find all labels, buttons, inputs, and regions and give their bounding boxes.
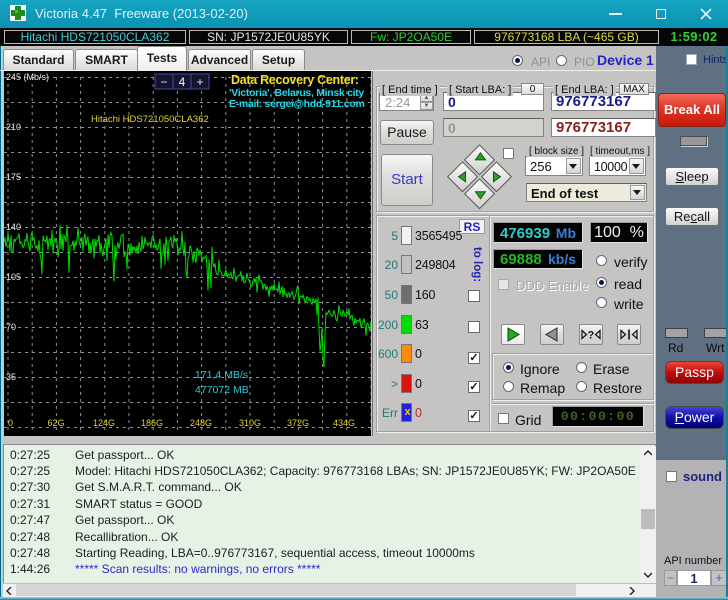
svg-text:372G: 372G [287,418,309,428]
svg-text:+: + [196,75,203,89]
svg-text:70: 70 [6,322,16,332]
svg-text:140: 140 [6,222,21,232]
svg-text:?: ? [588,330,595,342]
svg-text:4: 4 [179,75,186,89]
svg-text:186G: 186G [141,418,163,428]
svg-text:171,4 MB/s: 171,4 MB/s [195,369,248,381]
svg-text:Hitachi HDS721050CLA362: Hitachi HDS721050CLA362 [91,114,209,125]
svg-text:0: 0 [8,418,13,428]
svg-text:175: 175 [6,172,21,182]
svg-text:248G: 248G [190,418,212,428]
svg-text:62G: 62G [47,418,64,428]
svg-text:210: 210 [6,122,21,132]
svg-text:E-mail: sergei@hdd-911.com: E-mail: sergei@hdd-911.com [229,98,364,110]
svg-text:105: 105 [6,272,21,282]
svg-text:35: 35 [6,372,16,382]
svg-text:124G: 124G [93,418,115,428]
svg-text:434G: 434G [333,418,355,428]
svg-text:Data Recovery Center:: Data Recovery Center: [231,73,359,87]
svg-text:245 (Mb/s): 245 (Mb/s) [6,72,49,82]
svg-text:310G: 310G [239,418,261,428]
svg-text:477072 MB: 477072 MB [195,384,249,396]
svg-text:−: − [160,75,167,89]
